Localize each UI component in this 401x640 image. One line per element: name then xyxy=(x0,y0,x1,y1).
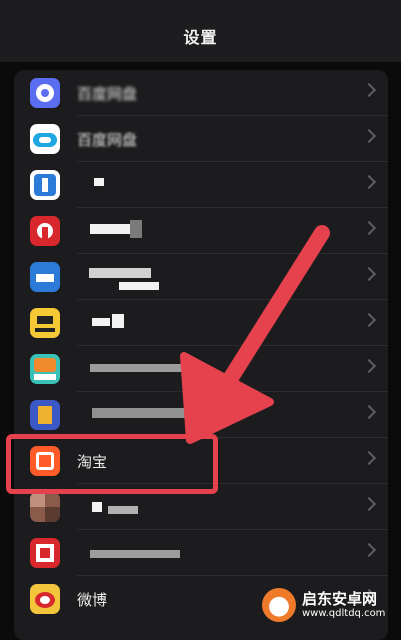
annotation-arrow-icon xyxy=(180,225,330,444)
watermark-name: 启东安卓网 xyxy=(302,590,378,609)
highlight-box xyxy=(6,434,218,494)
watermark-logo-icon xyxy=(262,588,296,622)
watermark-url: www.qdltdq.com xyxy=(302,607,386,619)
watermark: 启东安卓网 www.qdltdq.com xyxy=(262,583,401,627)
